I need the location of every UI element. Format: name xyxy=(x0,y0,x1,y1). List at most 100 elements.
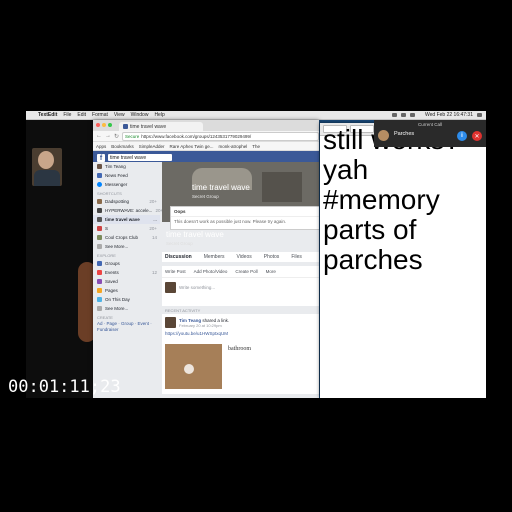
link-preview-title[interactable]: bathroom xyxy=(228,346,251,352)
bookmark-simpleadder[interactable]: SimpleAdder xyxy=(139,144,165,149)
sidebar-item-label: Pages xyxy=(105,288,118,293)
composer-actions: Write Post Add Photo/Video Create Poll M… xyxy=(162,266,319,278)
back-icon[interactable]: ← xyxy=(96,133,102,139)
menu-window[interactable]: Window xyxy=(131,112,149,118)
sidebar-item-on-this-day[interactable]: On This Day xyxy=(93,295,160,304)
chevron-down-icon xyxy=(97,244,102,249)
forward-icon[interactable]: → xyxy=(105,133,111,139)
add-photo-video-button[interactable]: Add Photo/Video xyxy=(194,269,228,274)
zoom-window-button[interactable] xyxy=(108,123,112,127)
create-links[interactable]: Ad · Page · Group · Event · Fundraiser xyxy=(93,321,160,333)
menu-format[interactable]: Format xyxy=(92,112,108,118)
search-icon[interactable] xyxy=(477,113,482,117)
bookmark-monk[interactable]: monk-atrophel xyxy=(219,144,248,149)
sidebar-item-messenger[interactable]: Messenger xyxy=(93,180,160,189)
secure-label: Secure xyxy=(125,133,140,139)
tab-bar: time travel wave xyxy=(93,120,319,131)
chrome-window: time travel wave ← → ↻ Secure https://ww… xyxy=(93,120,319,398)
sidebar-item-saved[interactable]: Saved xyxy=(93,277,160,286)
left-sidebar: Tim Teang News Feed Messenger SHORTCUTS … xyxy=(93,162,163,398)
sidebar-item-events[interactable]: Events 12 xyxy=(93,268,160,277)
tab-photos[interactable]: Photos xyxy=(264,254,280,260)
sidebar-item-dadspotting[interactable]: Dadspotting 20+ xyxy=(93,197,160,206)
url-text: https://www.facebook.com/groups/12435317… xyxy=(141,133,252,139)
video-timecode: 00:01:11;23 xyxy=(8,377,121,397)
see-more-shortcuts-link[interactable]: See More... xyxy=(93,242,160,251)
minimize-window-button[interactable] xyxy=(102,123,106,127)
text-line: yah xyxy=(323,154,369,185)
close-window-button[interactable] xyxy=(96,123,100,127)
tab-discussion[interactable]: Discussion xyxy=(165,254,192,260)
see-more-explore-link[interactable]: See More... xyxy=(93,304,160,313)
avatar xyxy=(97,164,102,169)
menu-view[interactable]: View xyxy=(114,112,125,118)
post-link[interactable]: https://youtu.be/u1HWSptxqUM xyxy=(162,331,319,336)
sidebar-item-groups[interactable]: Groups xyxy=(93,259,160,268)
group-title[interactable]: time travel wave xyxy=(166,230,224,239)
create-poll-button[interactable]: Create Poll xyxy=(235,269,257,274)
sidebar-item-hyperwave[interactable]: HYPERWAVE: accele... 20+ xyxy=(93,206,163,215)
reload-icon[interactable]: ↻ xyxy=(114,133,119,140)
bookmark-apps[interactable]: Apps xyxy=(96,144,106,149)
facebook-search-input[interactable]: time travel wave xyxy=(108,154,172,161)
group-privacy: Secret Group xyxy=(166,241,193,246)
sidebar-item-label: Saved xyxy=(105,279,118,284)
sidebar-item-label: Messenger xyxy=(105,182,128,187)
screen-recording: TextEdit File Edit Format View Window He… xyxy=(26,111,486,398)
group-icon xyxy=(97,199,102,204)
avatar[interactable] xyxy=(165,317,176,328)
text-line: parts of xyxy=(323,214,417,245)
menu-edit[interactable]: Edit xyxy=(77,112,86,118)
sidebar-item-time-travel-wave[interactable]: time travel wave... xyxy=(93,215,160,224)
text-line: parches xyxy=(323,244,423,275)
bookmark-aphex[interactable]: Rare Aphex Twin ge... xyxy=(170,144,214,149)
wifi-icon[interactable] xyxy=(401,113,406,117)
chevron-down-icon xyxy=(97,306,102,311)
browser-tab[interactable]: time travel wave xyxy=(119,122,203,131)
feed-post: Tim Teang shared a link. February 20 at … xyxy=(162,314,319,394)
tab-members[interactable]: Members xyxy=(204,254,225,260)
sidebar-item-label: Tim Teang xyxy=(105,164,126,169)
document-text[interactable]: still works?yah#memoryparts ofparches xyxy=(323,125,460,275)
menubar-clock[interactable]: Wed Feb 22 16:47:31 xyxy=(425,112,473,118)
bookmarks-bar: Apps Bookmarks SimpleAdder Rare Aphex Tw… xyxy=(93,142,319,151)
sidebar-item-count: 12 xyxy=(151,270,157,275)
composer-input[interactable]: Write something... xyxy=(179,285,215,290)
post-composer: Write Post Add Photo/Video Create Poll M… xyxy=(162,266,319,306)
webcam-feed xyxy=(26,120,93,398)
sidebar-item-label: time travel wave xyxy=(105,217,140,222)
tab-title: time travel wave xyxy=(130,123,167,130)
write-post-button[interactable]: Write Post xyxy=(165,269,186,274)
tab-videos[interactable]: Videos xyxy=(237,254,252,260)
cover-shape xyxy=(262,172,302,202)
avatar xyxy=(165,282,176,293)
sidebar-item-label: S xyxy=(105,226,109,231)
play-icon[interactable] xyxy=(184,364,194,374)
url-field[interactable]: Secure https://www.facebook.com/groups/1… xyxy=(122,131,319,141)
menu-file[interactable]: File xyxy=(63,112,71,118)
tab-files[interactable]: Files xyxy=(291,254,302,260)
status-icon[interactable] xyxy=(392,113,397,117)
sidebar-item-s[interactable]: S 20+ xyxy=(93,224,160,233)
post-time[interactable]: February 20 at 10:29pm xyxy=(179,323,222,328)
sidebar-item-cool-crops-club[interactable]: Cool Crops Club 14 xyxy=(93,233,160,242)
groups-icon xyxy=(97,261,102,266)
sidebar-item-news-feed[interactable]: News Feed xyxy=(93,171,160,180)
menu-help[interactable]: Help xyxy=(154,112,164,118)
cover-group-title: time travel wave xyxy=(192,183,250,192)
info-icon[interactable]: i xyxy=(457,131,467,141)
sidebar-item-profile[interactable]: Tim Teang xyxy=(93,162,160,171)
hang-up-icon[interactable]: ✕ xyxy=(472,131,482,141)
messenger-icon xyxy=(97,182,102,187)
menubar-app-name[interactable]: TextEdit xyxy=(38,112,57,118)
webcam-object xyxy=(78,262,93,342)
bookmark-bookmarks[interactable]: Bookmarks xyxy=(111,144,134,149)
group-icon xyxy=(97,208,102,213)
more-button[interactable]: More xyxy=(266,269,276,274)
sidebar-item-pages[interactable]: Pages xyxy=(93,286,160,295)
facebook-logo-icon[interactable]: f xyxy=(97,153,105,162)
facebook-body: Tim Teang News Feed Messenger SHORTCUTS … xyxy=(93,162,319,398)
window-controls xyxy=(96,123,112,127)
battery-icon[interactable] xyxy=(410,113,415,117)
bookmark-the[interactable]: The xyxy=(252,144,260,149)
